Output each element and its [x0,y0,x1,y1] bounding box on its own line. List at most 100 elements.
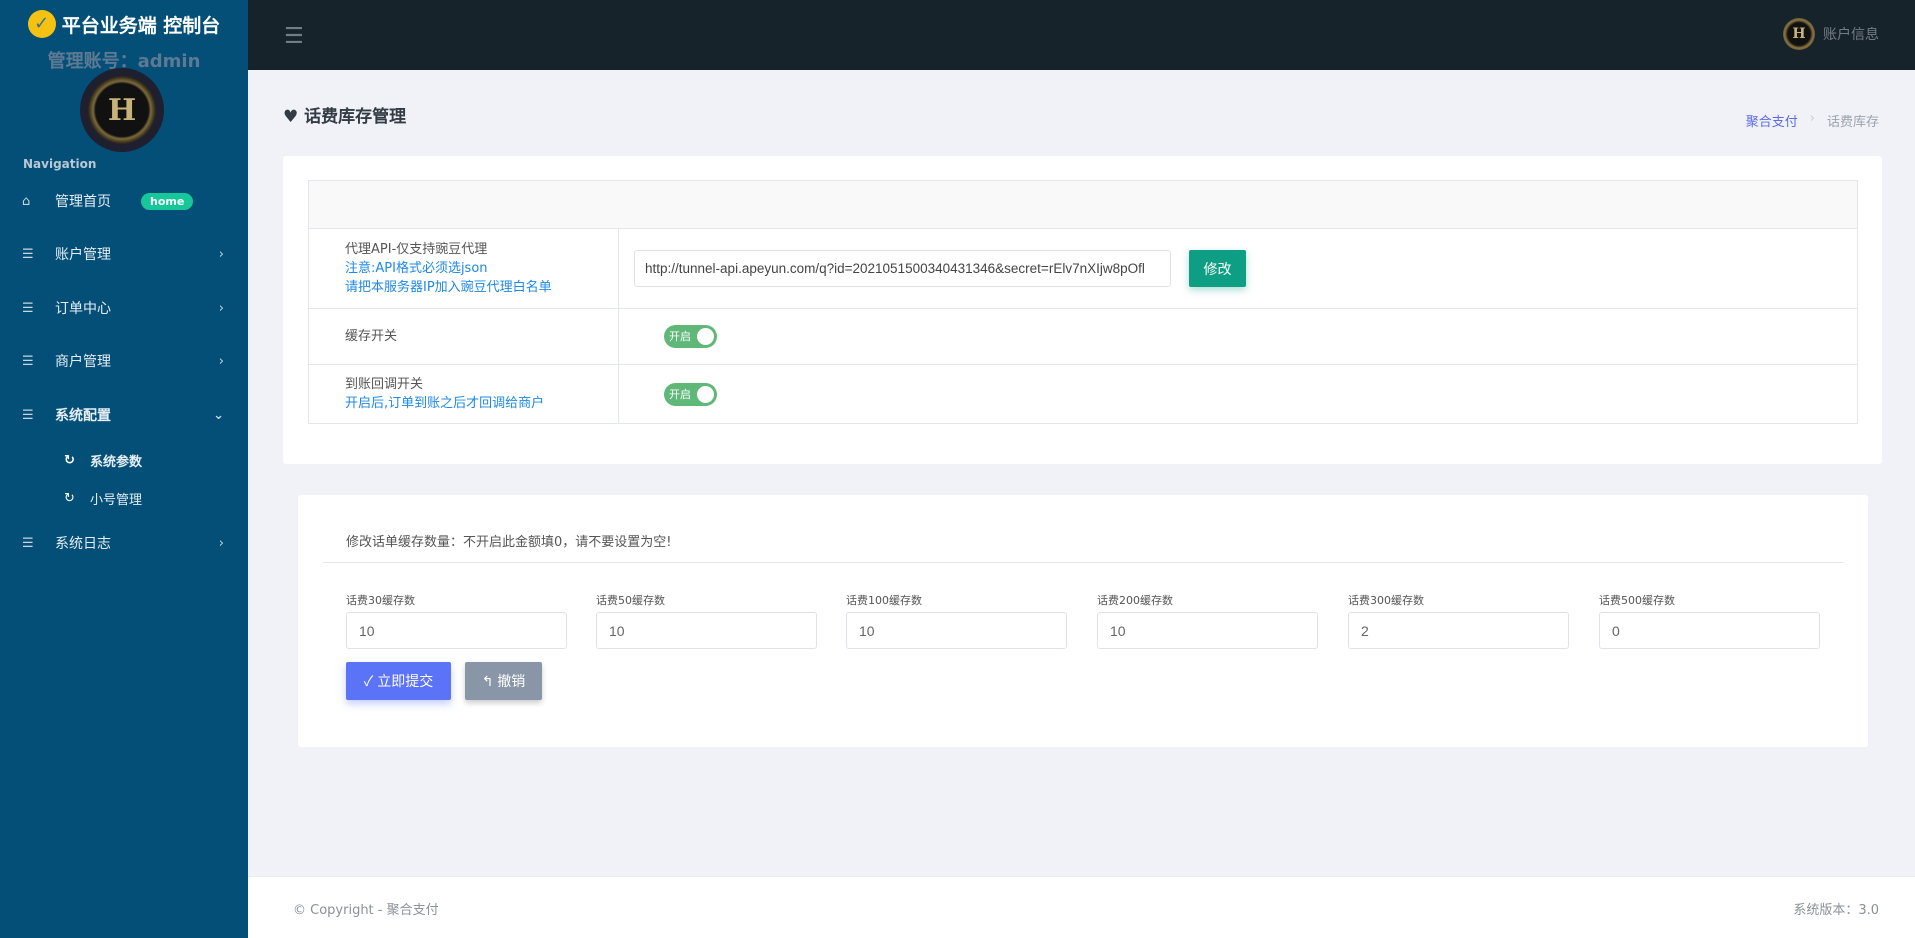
cancel-label: 撤销 [497,673,526,689]
nav-heading: Navigation [23,157,97,171]
api-url-input[interactable] [634,250,1171,287]
sidebar-item-label: 系统配置 [55,408,111,424]
callback-label-cell: 到账回调开关开启后,订单到账之后才回调给商户 [308,364,619,424]
toggle-label: 开启 [669,330,691,343]
cache-cell: 开启 [618,308,1858,365]
stock-100-input[interactable] [846,612,1067,649]
modify-button[interactable]: 修改 [1189,250,1246,287]
footer: © Copyright - 聚合支付 系统版本：3.0 [248,876,1915,938]
page-title-text: 话费库存管理 [304,107,407,127]
field-label: 话费500缓存数 [1599,594,1675,607]
field-500: 话费500缓存数 [1599,592,1820,649]
heart-icon: ♥ [283,107,299,127]
sidebar-subitem-alt-accounts[interactable]: ↻ 小号管理 [0,482,248,514]
sidebar-item-accounts[interactable]: ☰ 账户管理 › [0,234,248,274]
sidebar-subitem-label: 系统参数 [90,454,143,470]
chevron-down-icon: ⌄ [213,407,224,423]
field-label: 话费50缓存数 [596,594,665,607]
page-title: ♥ 话费库存管理 [283,102,406,127]
callback-toggle[interactable]: 开启 [664,382,717,406]
gear-check-icon: ✓ [27,10,56,38]
submit-label: 立即提交 [377,673,434,689]
field-300: 话费300缓存数 [1348,592,1569,649]
user-avatar: H [1783,18,1815,50]
list-icon: ☰ [22,535,34,551]
sidebar-item-orders[interactable]: ☰ 订单中心 › [0,288,248,328]
settings-card: 代理API-仅支持豌豆代理 注意:API格式必须选json 请把本服务器IP加入豌豆… [283,156,1882,464]
chevron-right-icon: › [218,246,224,262]
sidebar-item-merchants[interactable]: ☰ 商户管理 › [0,341,248,381]
topbar: ☰ H 账户信息 [248,0,1915,70]
menu-toggle-icon[interactable]: ☰ [284,24,304,49]
sidebar-item-label: 订单中心 [55,301,111,317]
settings-table: 代理API-仅支持豌豆代理 注意:API格式必须选json 请把本服务器IP加入豌豆… [308,180,1858,424]
breadcrumb-current: 话费库存 [1826,115,1879,130]
sidebar-item-system-config[interactable]: ☰ 系统配置 ⌄ [0,395,248,435]
avatar-letter: H [88,76,156,144]
account-info-label: 账户信息 [1823,27,1879,43]
list-icon: ☰ [22,407,34,423]
system-version: 系统版本：3.0 [1793,903,1879,918]
cache-toggle[interactable]: 开启 [664,325,717,348]
api-value-cell: 修改 [618,228,1858,309]
list-icon: ☰ [22,246,34,262]
sidebar-item-system-logs[interactable]: ☰ 系统日志 › [0,523,248,563]
breadcrumb-link[interactable]: 聚合支付 [1746,111,1798,130]
field-label: 话费300缓存数 [1348,594,1424,607]
field-label: 话费100缓存数 [846,594,922,607]
field-label: 话费30缓存数 [346,594,415,607]
callback-cell: 开启 [618,364,1858,424]
chevron-right-icon: › [218,353,224,369]
refresh-icon: ↻ [64,452,75,468]
breadcrumb-separator-icon: › [1809,111,1815,126]
api-note: 请把本服务器IP加入豌豆代理白名单 [345,280,552,295]
table-row: 到账回调开关开启后,订单到账之后才回调给商户 开启 [308,364,1858,424]
list-icon: ☰ [22,353,34,369]
toggle-label: 开启 [669,387,691,401]
api-label-cell: 代理API-仅支持豌豆代理 注意:API格式必须选json 请把本服务器IP加入豌豆… [308,228,619,309]
brand-logo[interactable]: ✓ 平台业务端 控制台 [0,10,248,38]
sidebar-subitem-label: 小号管理 [90,492,143,508]
sidebar-item-label: 账户管理 [55,247,111,263]
cancel-button[interactable]: ↰ 撤销 [465,662,542,700]
stock-200-input[interactable] [1097,612,1318,649]
field-label: 话费200缓存数 [1097,594,1173,607]
callback-label: 到账回调开关 [345,377,424,392]
field-30: 话费30缓存数 [346,592,567,649]
stock-title: 修改话单缓存数量：不开启此金额填0，请不要设置为空! [346,535,672,550]
sidebar-item-label: 商户管理 [55,354,111,370]
table-row: 缓存开关 开启 [308,308,1858,365]
callback-note: 开启后,订单到账之后才回调给商户 [345,396,545,411]
cache-label: 缓存开关 [308,308,619,365]
field-200: 话费200缓存数 [1097,592,1318,649]
stock-300-input[interactable] [1348,612,1569,649]
table-header [308,180,1858,229]
breadcrumb: 聚合支付 › 话费库存 [1746,111,1879,130]
copyright: © Copyright - 聚合支付 [293,903,439,918]
brand-title: 平台业务端 控制台 [61,14,221,37]
stock-30-input[interactable] [346,612,567,649]
refresh-icon: ↻ [64,490,75,506]
api-label: 代理API-仅支持豌豆代理 [345,242,488,257]
stock-card: 修改话单缓存数量：不开启此金额填0，请不要设置为空! 话费30缓存数 话费50缓… [298,495,1868,747]
sidebar-item-label: 管理首页 [55,194,111,210]
chevron-right-icon: › [218,300,224,316]
submit-button[interactable]: ✓ 立即提交 [346,662,451,700]
sidebar-item-label: 系统日志 [55,536,111,552]
account-info-menu[interactable]: H 账户信息 [1783,18,1879,50]
sidebar-item-home[interactable]: ⌂ 管理首页 home [0,181,248,221]
sidebar: ✓ 平台业务端 控制台 管理账号：admin H Navigation ⌂ 管理首页… [0,0,248,938]
stock-50-input[interactable] [596,612,817,649]
field-100: 话费100缓存数 [846,592,1067,649]
table-row: 代理API-仅支持豌豆代理 注意:API格式必须选json 请把本服务器IP加入豌豆… [308,228,1858,309]
field-50: 话费50缓存数 [596,592,817,649]
list-icon: ☰ [22,300,34,316]
undo-icon: ↰ [481,673,494,689]
chevron-right-icon: › [218,535,224,551]
avatar[interactable]: H [80,68,164,152]
home-icon: ⌂ [22,193,31,209]
sidebar-subitem-system-params[interactable]: ↻ 系统参数 [0,444,248,476]
check-icon: ✓ [363,673,374,689]
home-badge: home [141,192,194,210]
stock-500-input[interactable] [1599,612,1820,649]
